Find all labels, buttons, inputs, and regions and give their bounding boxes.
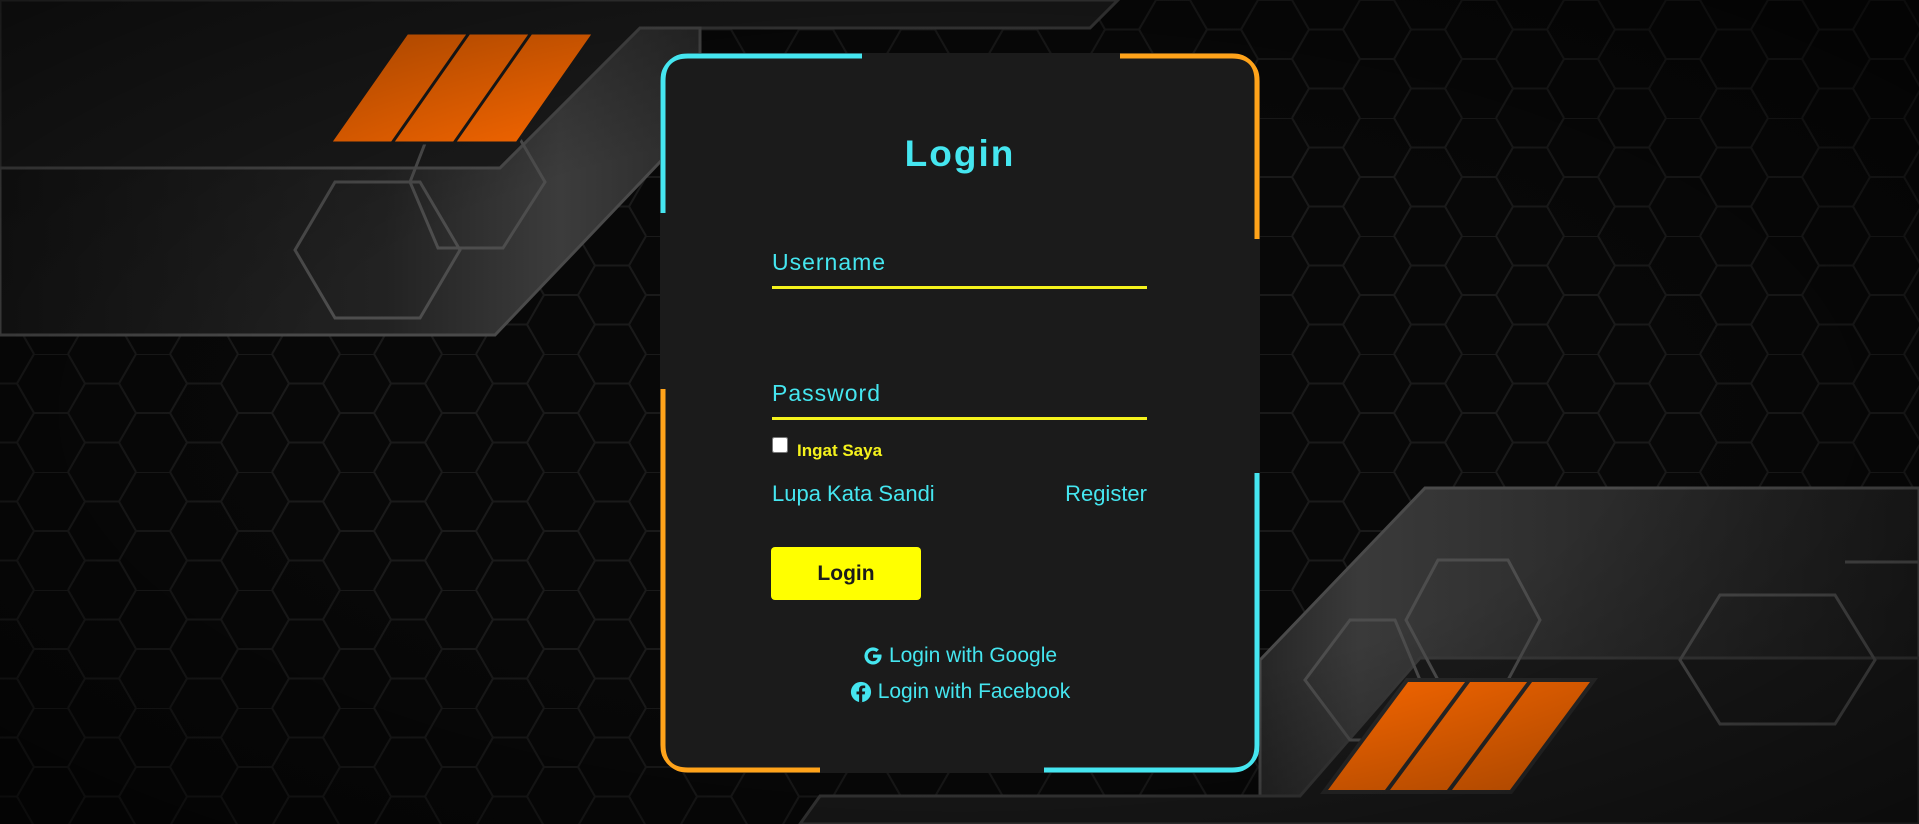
login-title: Login [904, 133, 1016, 174]
password-field[interactable]: Password [772, 362, 1151, 420]
password-underline [772, 417, 1147, 420]
remember-me-checkbox[interactable] [772, 437, 788, 453]
google-login: Login with Google [660, 644, 1260, 672]
login-button[interactable]: Login [771, 547, 921, 600]
username-underline [772, 286, 1147, 289]
account-links: Lupa Kata Sandi Register [772, 481, 1147, 509]
google-icon [864, 647, 882, 665]
password-input[interactable] [772, 362, 1151, 420]
register-link[interactable]: Register [1065, 481, 1147, 507]
username-field[interactable]: Username [772, 231, 1151, 289]
remember-me-label[interactable]: Ingat Saya [797, 441, 882, 461]
facebook-icon [850, 681, 871, 703]
facebook-login: Login with Facebook [660, 680, 1260, 709]
facebook-login-label: Login with Facebook [877, 680, 1071, 703]
remember-me-row: Ingat Saya [772, 436, 882, 460]
google-login-link[interactable]: Login with Google [863, 644, 1057, 668]
login-card: Login Username Password Ingat Saya Lupa … [660, 53, 1260, 773]
username-input[interactable] [772, 231, 1151, 289]
facebook-login-link[interactable]: Login with Facebook [850, 680, 1071, 704]
login-page: Login Username Password Ingat Saya Lupa … [0, 0, 1919, 824]
google-login-label: Login with Google [888, 644, 1058, 667]
forgot-password-link[interactable]: Lupa Kata Sandi [772, 481, 935, 507]
